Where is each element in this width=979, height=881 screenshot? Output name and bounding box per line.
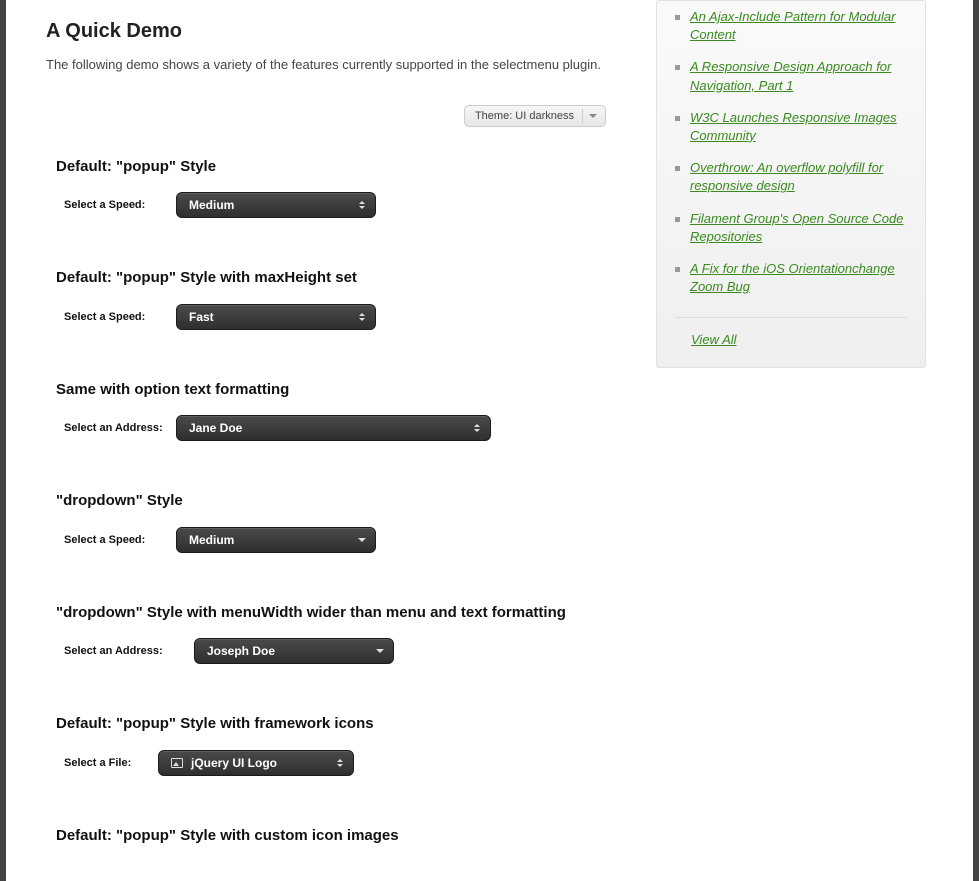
chevron-down-icon (589, 114, 597, 118)
chevron-down-icon (357, 538, 367, 542)
speed-select-dropdown[interactable]: Medium (176, 527, 376, 553)
sidebar-item: Filament Group's Open Source Code Reposi… (675, 203, 907, 253)
sidebar-link[interactable]: Overthrow: An overflow polyfill for resp… (690, 159, 907, 195)
bullet-icon (675, 166, 680, 171)
updown-icon (335, 759, 345, 767)
sidebar-box: An Ajax-Include Pattern for Modular Cont… (656, 0, 926, 368)
separator (582, 109, 583, 123)
section-title: Default: "popup" Style with framework ic… (56, 714, 616, 734)
sidebar-item: Overthrow: An overflow polyfill for resp… (675, 152, 907, 202)
bullet-icon (675, 15, 680, 20)
sidebar-link[interactable]: Filament Group's Open Source Code Reposi… (690, 210, 907, 246)
demo-section-popup: Default: "popup" Style Select a Speed: M… (56, 157, 616, 219)
select-value: Fast (189, 310, 214, 324)
sidebar-link[interactable]: An Ajax-Include Pattern for Modular Cont… (690, 8, 907, 44)
sidebar-link-list: An Ajax-Include Pattern for Modular Cont… (675, 1, 907, 303)
intro-text: The following demo shows a variety of th… (46, 55, 616, 75)
demo-section-dropdown-wide: "dropdown" Style with menuWidth wider th… (56, 603, 616, 665)
view-all-link[interactable]: View All (691, 332, 737, 347)
section-title: "dropdown" Style (56, 491, 616, 511)
demo-section-formatting: Same with option text formatting Select … (56, 380, 616, 442)
address-select-dropdown[interactable]: Joseph Doe (194, 638, 394, 664)
sidebar-link[interactable]: A Responsive Design Approach for Navigat… (690, 58, 907, 94)
sidebar-link[interactable]: A Fix for the iOS Orientationchange Zoom… (690, 260, 907, 296)
demo-section-framework-icons: Default: "popup" Style with framework ic… (56, 714, 616, 776)
select-value: Jane Doe (189, 421, 242, 435)
page-title: A Quick Demo (46, 20, 616, 43)
section-title: Default: "popup" Style with maxHeight se… (56, 268, 616, 288)
section-title: Default: "popup" Style with custom icon … (56, 826, 616, 846)
select-value: jQuery UI Logo (171, 756, 277, 770)
sidebar: An Ajax-Include Pattern for Modular Cont… (646, 0, 946, 881)
theme-select-label: Theme: UI darkness (475, 110, 574, 122)
theme-bar: Theme: UI darkness (46, 105, 616, 127)
field-label: Select a Speed: (64, 199, 164, 211)
file-select-icons[interactable]: jQuery UI Logo (158, 750, 354, 776)
updown-icon (357, 313, 367, 321)
select-value: Medium (189, 198, 234, 212)
field-label: Select a Speed: (64, 534, 164, 546)
select-value: Joseph Doe (207, 644, 275, 658)
image-icon (171, 758, 183, 768)
bullet-icon (675, 217, 680, 222)
sidebar-item: A Fix for the iOS Orientationchange Zoom… (675, 253, 907, 303)
demo-section-dropdown: "dropdown" Style Select a Speed: Medium (56, 491, 616, 553)
main-column: A Quick Demo The following demo shows a … (6, 0, 646, 881)
section-title: "dropdown" Style with menuWidth wider th… (56, 603, 616, 623)
field-label: Select a File: (64, 757, 146, 769)
sidebar-link[interactable]: W3C Launches Responsive Images Community (690, 109, 907, 145)
bullet-icon (675, 65, 680, 70)
field-label: Select a Speed: (64, 311, 164, 323)
section-title: Same with option text formatting (56, 380, 616, 400)
speed-select-maxheight[interactable]: Fast (176, 304, 376, 330)
select-value: Medium (189, 533, 234, 547)
address-select-formatting[interactable]: Jane Doe (176, 415, 491, 441)
updown-icon (472, 424, 482, 432)
field-label: Select an Address: (64, 422, 164, 434)
sidebar-item: W3C Launches Responsive Images Community (675, 102, 907, 152)
bullet-icon (675, 116, 680, 121)
select-value-text: jQuery UI Logo (191, 756, 277, 770)
sidebar-item: A Responsive Design Approach for Navigat… (675, 51, 907, 101)
updown-icon (357, 201, 367, 209)
demo-section-popup-maxheight: Default: "popup" Style with maxHeight se… (56, 268, 616, 330)
speed-select-popup[interactable]: Medium (176, 192, 376, 218)
demo-section-custom-icons: Default: "popup" Style with custom icon … (56, 826, 616, 846)
theme-select[interactable]: Theme: UI darkness (464, 105, 606, 127)
sidebar-item: An Ajax-Include Pattern for Modular Cont… (675, 1, 907, 51)
field-label: Select an Address: (64, 645, 182, 657)
divider (675, 317, 907, 318)
section-title: Default: "popup" Style (56, 157, 616, 177)
bullet-icon (675, 267, 680, 272)
chevron-down-icon (375, 649, 385, 653)
